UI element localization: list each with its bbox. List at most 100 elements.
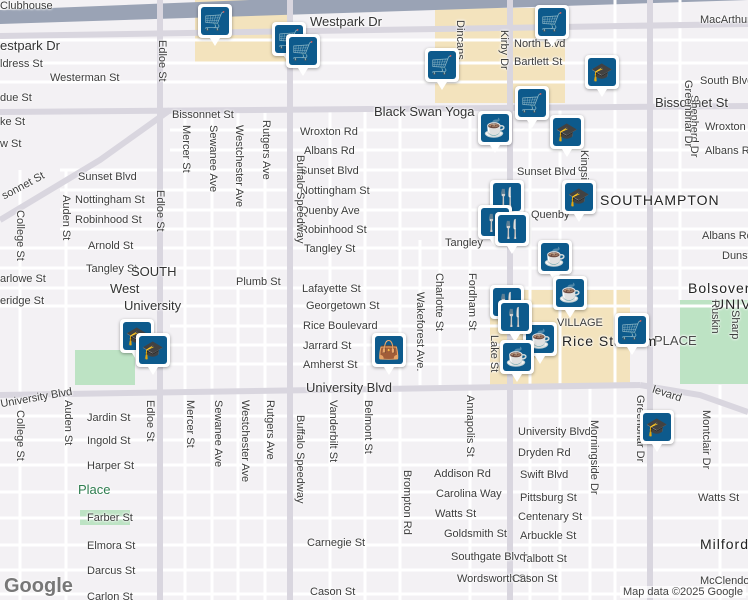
shopping-cart-marker[interactable]: 🛒 xyxy=(425,48,459,90)
street-label: Talbott St xyxy=(521,553,567,565)
street-label: ke St xyxy=(0,116,26,128)
street-label: Bartlett St xyxy=(514,56,563,68)
street-label: Farber St xyxy=(87,512,133,524)
school-marker[interactable]: 🎓 xyxy=(562,180,596,222)
street-label: Addison Rd xyxy=(434,468,491,480)
street-label: Carlon St xyxy=(87,591,133,600)
street-label: Jarrard St xyxy=(303,340,352,352)
shopping-cart-marker[interactable]: 🛒 xyxy=(198,4,232,46)
park-label: Place xyxy=(78,482,111,497)
district-label: Bolsover xyxy=(688,280,748,296)
street-label: Black Swan Yoga xyxy=(374,104,475,119)
street-label: MacArthur xyxy=(700,14,748,26)
cafe-icon: ☕ xyxy=(503,343,531,371)
street-label: Belmont St xyxy=(362,400,374,454)
street-label: Morningside Dr xyxy=(588,420,600,495)
shopping-bag-marker[interactable]: 👜 xyxy=(372,333,406,375)
street-label: Rutgers Ave xyxy=(260,120,272,180)
street-label: estpark Dr xyxy=(0,38,60,53)
school-icon: 🎓 xyxy=(139,336,167,364)
street-label: West xyxy=(110,281,140,296)
park-area xyxy=(75,350,135,385)
street-label: Robinhood St xyxy=(300,224,367,236)
street-label: Plumb St xyxy=(236,276,281,288)
street-label: University xyxy=(124,298,182,313)
shopping-cart-icon: 🛒 xyxy=(538,8,566,36)
street-label: Wroxton Rd xyxy=(300,126,358,138)
street-label: Ruskin xyxy=(709,300,721,334)
street-label: VILLAGE xyxy=(557,317,603,329)
street-label: Sharp xyxy=(729,310,741,340)
street-label: Albans Rd xyxy=(702,230,748,242)
street-label: Buffalo Speedway xyxy=(294,415,306,504)
street-label: South Blvd xyxy=(700,75,748,87)
street-label: Watts St xyxy=(435,508,477,520)
street-label: Auden St xyxy=(62,400,74,446)
cafe-icon: ☕ xyxy=(481,114,509,142)
street-label: Quenby Ave xyxy=(300,205,360,217)
street-label: Mercer St xyxy=(184,400,196,448)
shopping-cart-marker[interactable]: 🛒 xyxy=(615,313,649,355)
street-label: Annapolis St xyxy=(464,395,476,457)
street-label: Lake St xyxy=(488,335,500,373)
street-label: Pittsburg St xyxy=(520,492,577,504)
restaurant-marker[interactable]: 🍴 xyxy=(498,300,532,342)
street-label: Auden St xyxy=(60,195,72,241)
shopping-cart-icon: 🛒 xyxy=(428,51,456,79)
shopping-cart-icon: 🛒 xyxy=(518,89,546,117)
google-logo[interactable]: Google xyxy=(4,575,73,598)
restaurant-icon: 🍴 xyxy=(498,215,526,243)
cafe-icon: ☕ xyxy=(541,243,569,271)
street-label: Vanderbilt St xyxy=(327,400,339,463)
street-label: Kirby Dr xyxy=(498,30,510,70)
cafe-marker[interactable]: ☕ xyxy=(478,111,512,153)
street-label: Elmora St xyxy=(87,540,136,552)
street-label: Rutgers Ave xyxy=(264,400,276,460)
restaurant-marker[interactable]: 🍴 xyxy=(495,212,529,254)
cafe-marker[interactable]: ☕ xyxy=(538,240,572,282)
street-label: Watts St xyxy=(698,492,740,504)
cafe-marker[interactable]: ☕ xyxy=(553,276,587,318)
street-label: Bissonnet St xyxy=(172,109,234,121)
street-label: Sewanee Ave xyxy=(207,125,219,193)
school-icon: 🎓 xyxy=(588,58,616,86)
school-marker[interactable]: 🎓 xyxy=(640,410,674,452)
street-label: Buffalo Speedway xyxy=(294,155,306,244)
shopping-cart-marker[interactable]: 🛒 xyxy=(535,5,569,47)
street-label: College St xyxy=(14,210,26,261)
school-marker[interactable]: 🎓 xyxy=(550,115,584,157)
street-label: Brompton Rd xyxy=(401,470,413,535)
shopping-cart-icon: 🛒 xyxy=(618,316,646,344)
street-label: Westchester Ave xyxy=(239,400,251,483)
school-marker[interactable]: 🎓 xyxy=(136,333,170,375)
street-label: Sunset Blvd xyxy=(78,171,137,183)
street-label: Wakeforest Ave. xyxy=(414,292,426,372)
shopping-cart-marker[interactable]: 🛒 xyxy=(286,34,320,76)
school-marker[interactable]: 🎓 xyxy=(585,55,619,97)
street-label: Southgate Blvd xyxy=(451,551,526,563)
street-label: Edloe St xyxy=(156,40,168,82)
shopping-cart-marker[interactable]: 🛒 xyxy=(515,86,549,128)
street-label: Jardin St xyxy=(87,412,131,424)
street-label: Robinhood St xyxy=(75,214,142,226)
street-label: Cason St xyxy=(512,573,558,585)
street-label: Rice Boulevard xyxy=(303,320,378,332)
street-label: Centenary St xyxy=(518,511,583,523)
school-icon: 🎓 xyxy=(553,118,581,146)
shopping-cart-icon: 🛒 xyxy=(201,7,229,35)
map-canvas[interactable]: Westpark Dr estpark Dr ldress St Westerman … xyxy=(0,0,748,600)
street-label: College St xyxy=(14,410,26,461)
street-label: Ingold St xyxy=(87,435,131,447)
shopping-bag-icon: 👜 xyxy=(375,336,403,364)
street-label: Lafayette St xyxy=(302,283,361,295)
map-attribution[interactable]: Map data ©2025 Google xyxy=(619,586,746,598)
street-label: Tangley xyxy=(445,237,483,249)
cafe-marker[interactable]: ☕ xyxy=(500,340,534,382)
street-label: Mercer St xyxy=(180,125,192,173)
street-label: Montclair Dr xyxy=(700,410,712,470)
restaurant-icon: 🍴 xyxy=(501,303,529,331)
street-label: Amherst St xyxy=(303,359,358,371)
street-label: Darcus St xyxy=(87,565,136,577)
street-label: w St xyxy=(0,138,22,150)
street-label: arlowe St xyxy=(0,273,46,285)
